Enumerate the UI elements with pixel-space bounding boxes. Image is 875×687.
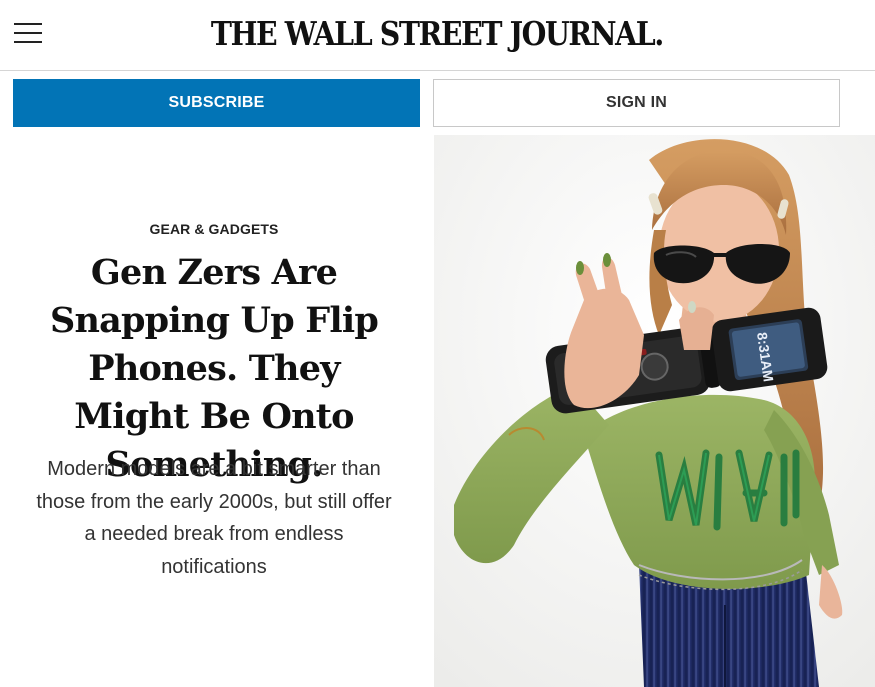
section-kicker[interactable]: GEAR & GADGETS: [0, 221, 428, 237]
article-summary: GEAR & GADGETS Gen Zers Are Snapping Up …: [0, 135, 428, 687]
hamburger-menu-icon[interactable]: [14, 21, 44, 45]
site-logo[interactable]: THE WALL STREET JOURNAL.: [61, 14, 814, 53]
site-header: THE WALL STREET JOURNAL.: [0, 0, 875, 71]
article-photo[interactable]: 8:31AM: [434, 135, 875, 687]
photo-illustration: 8:31AM: [434, 135, 875, 687]
subscribe-button[interactable]: SUBSCRIBE: [13, 79, 420, 127]
article-dek: Modern models are a bit smarter than tho…: [36, 458, 392, 578]
sign-in-button[interactable]: SIGN IN: [433, 79, 840, 127]
